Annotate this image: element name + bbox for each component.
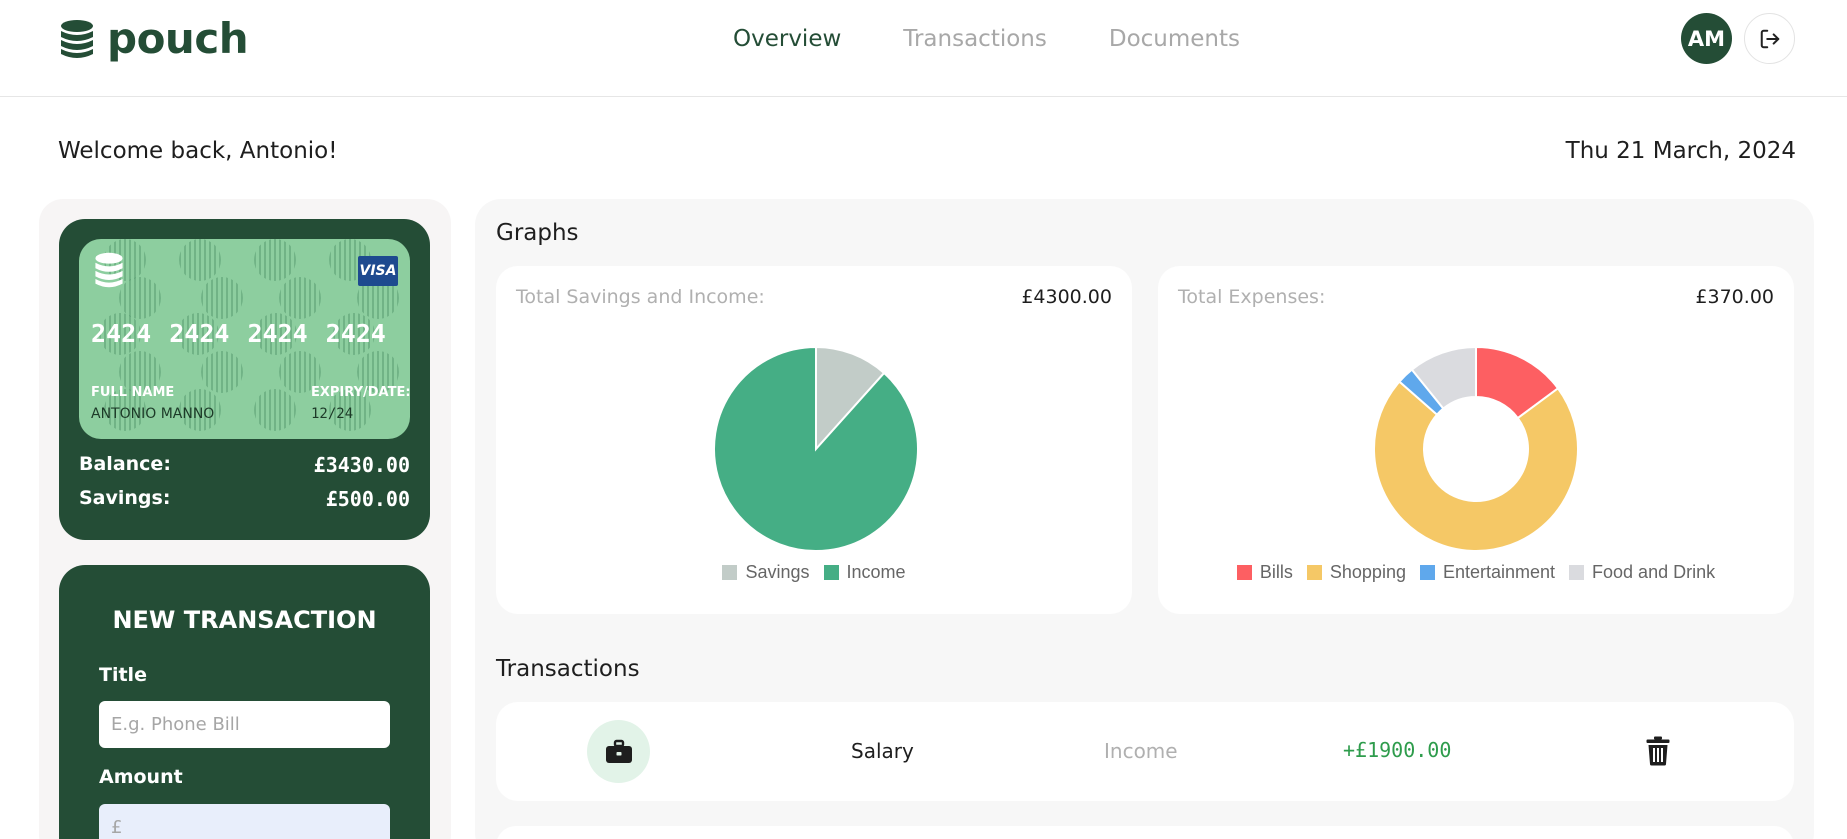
pie-slice-income[interactable] — [713, 345, 919, 552]
top-header: pouch Overview Transactions Documents AM — [0, 0, 1847, 97]
transaction-category: Income — [1104, 739, 1178, 763]
coins-icon — [95, 252, 123, 288]
legend-item-income[interactable]: Income — [823, 562, 906, 583]
transactions-title: Transactions — [496, 656, 640, 682]
savings-row: Savings: £500.00 — [79, 487, 410, 511]
expenses-legend: Bills Shopping Entertainment Food and Dr… — [1158, 562, 1794, 583]
nav-overview[interactable]: Overview — [733, 26, 841, 52]
title-input[interactable] — [99, 701, 390, 748]
logo[interactable]: pouch — [57, 14, 249, 63]
balance-value: £3430.00 — [313, 453, 410, 477]
amount-input[interactable] — [99, 804, 390, 839]
delete-transaction-button[interactable] — [1646, 736, 1670, 770]
transaction-row-partial[interactable] — [496, 826, 1794, 839]
legend-swatch — [1306, 565, 1322, 580]
savings-income-card: Total Savings and Income: £4300.00 Savin… — [496, 266, 1132, 614]
card-pattern-dot — [254, 239, 296, 281]
legend-item-bills[interactable]: Bills — [1236, 562, 1293, 583]
savings-income-legend: Savings Income — [496, 562, 1132, 583]
logout-button[interactable] — [1744, 13, 1795, 64]
legend-item-entertainment[interactable]: Entertainment — [1419, 562, 1556, 583]
trash-icon — [1646, 736, 1670, 766]
donut-slice-shopping[interactable] — [1373, 380, 1579, 552]
card-number-group: 2424 — [169, 319, 230, 348]
legend-item-food-and-drink[interactable]: Food and Drink — [1569, 562, 1715, 583]
nav-transactions[interactable]: Transactions — [903, 26, 1047, 52]
legend-swatch — [1419, 565, 1435, 580]
legend-label: Food and Drink — [1592, 562, 1716, 582]
logout-icon — [1760, 29, 1779, 48]
legend-label: Bills — [1259, 562, 1293, 582]
legend-swatch — [722, 565, 738, 580]
transaction-row[interactable]: Salary Income +£1900.00 — [496, 702, 1794, 801]
legend-swatch — [1569, 565, 1585, 580]
main-nav: Overview Transactions Documents — [733, 26, 1240, 52]
card-pattern-dot — [279, 277, 321, 319]
avatar[interactable]: AM — [1681, 13, 1732, 64]
card-pattern-dot — [254, 389, 296, 431]
legend-item-savings[interactable]: Savings — [722, 562, 810, 583]
card-pattern-dot — [179, 239, 221, 281]
card-holder-name: ANTONIO MANNO — [91, 406, 215, 422]
app-name: pouch — [107, 14, 249, 63]
savings-value: £500.00 — [325, 487, 410, 511]
card-expiry: 12/24 — [311, 406, 354, 422]
current-date: Thu 21 March, 2024 — [1565, 138, 1796, 164]
legend-label: Income — [846, 562, 906, 582]
bank-card: VISA 2424 2424 2424 2424 FULL NAME ANTON… — [79, 239, 410, 439]
legend-swatch — [1236, 565, 1252, 580]
card-number-group: 2424 — [91, 319, 152, 348]
card-name-label: FULL NAME — [91, 385, 175, 400]
coins-logo-icon — [61, 19, 93, 58]
transaction-amount: +£1900.00 — [1343, 738, 1452, 762]
amount-field-label: Amount — [99, 766, 183, 788]
card-expiry-label: EXPIRY/DATE: — [311, 385, 410, 400]
graphs-title: Graphs — [496, 220, 579, 246]
card-pattern-dot — [201, 277, 243, 319]
card-number-group: 2424 — [247, 319, 308, 348]
legend-item-shopping[interactable]: Shopping — [1306, 562, 1406, 583]
briefcase-icon — [605, 739, 632, 763]
expenses-card: Total Expenses: £370.00 Bills Shopping E… — [1158, 266, 1794, 614]
transaction-name: Salary — [851, 739, 914, 763]
card-number: 2424 2424 2424 2424 — [91, 319, 386, 348]
balance-row: Balance: £3430.00 — [79, 453, 410, 477]
legend-label: Shopping — [1329, 562, 1406, 582]
title-field-label: Title — [99, 664, 147, 686]
welcome-message: Welcome back, Antonio! — [58, 138, 338, 164]
balance-label: Balance: — [79, 453, 171, 475]
card-pattern-dot — [201, 351, 243, 393]
visa-logo: VISA — [358, 256, 398, 286]
nav-documents[interactable]: Documents — [1109, 26, 1240, 52]
legend-label: Entertainment — [1442, 562, 1556, 582]
legend-swatch — [823, 565, 839, 580]
card-number-group: 2424 — [325, 319, 386, 348]
new-transaction-title: NEW TRANSACTION — [112, 606, 377, 634]
savings-label: Savings: — [79, 487, 171, 509]
transaction-category-icon — [587, 720, 650, 783]
legend-label: Savings — [745, 562, 810, 582]
